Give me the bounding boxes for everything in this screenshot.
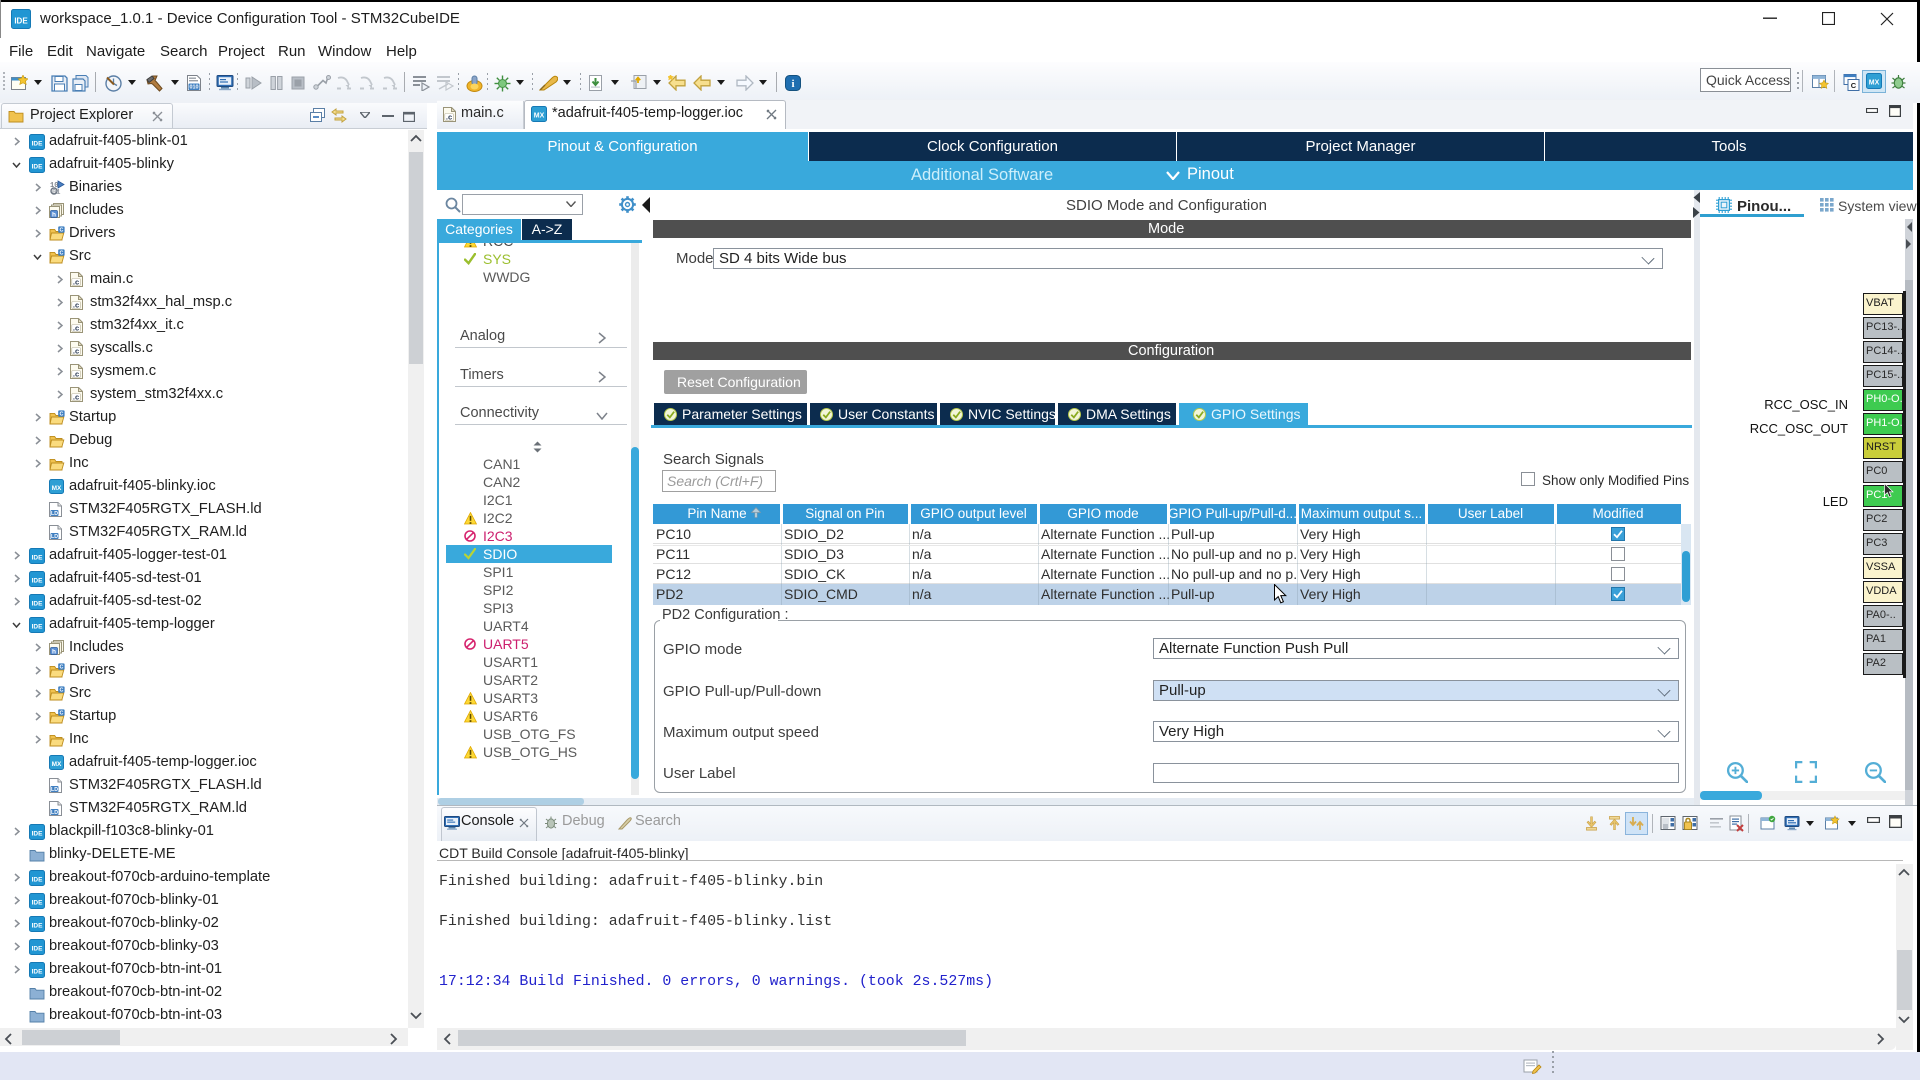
svg-text:IDE: IDE <box>32 555 44 562</box>
svg-text:.c: .c <box>73 300 79 309</box>
svg-text:C: C <box>59 665 63 671</box>
svg-text:MX: MX <box>52 761 62 768</box>
svg-text:.c: .c <box>73 369 79 378</box>
svg-text:i: i <box>791 78 794 90</box>
svg-text:h: h <box>52 648 56 655</box>
svg-text:MX: MX <box>1869 80 1880 87</box>
svg-text:IDE: IDE <box>32 923 44 930</box>
svg-text:.c: .c <box>73 392 79 401</box>
svg-text:IDE: IDE <box>32 900 44 907</box>
svg-text:IDE: IDE <box>32 624 44 631</box>
svg-text:LD: LD <box>51 534 58 540</box>
svg-text:C: C <box>59 251 63 257</box>
svg-text:IDE: IDE <box>32 969 44 976</box>
svg-text:IDE: IDE <box>32 578 44 585</box>
svg-text:LD: LD <box>51 810 58 816</box>
svg-text:C: C <box>1851 81 1857 90</box>
svg-text:C: C <box>59 228 63 234</box>
svg-text:IDE: IDE <box>32 877 44 884</box>
svg-text:IDE: IDE <box>32 141 44 148</box>
svg-text:IDE: IDE <box>32 601 44 608</box>
svg-text:IDE: IDE <box>32 164 44 171</box>
svg-text:.c: .c <box>73 277 79 286</box>
svg-text:IDE: IDE <box>32 946 44 953</box>
svg-text:.c: .c <box>446 112 452 121</box>
svg-text:LD: LD <box>51 511 58 517</box>
svg-text:.c: .c <box>73 323 79 332</box>
svg-text:MX: MX <box>534 113 545 120</box>
svg-text:IDE: IDE <box>14 16 28 25</box>
svg-text:MX: MX <box>52 485 62 492</box>
svg-text:010: 010 <box>190 85 199 91</box>
svg-text:C: C <box>59 412 63 418</box>
svg-text:h: h <box>52 211 56 218</box>
svg-text:.c: .c <box>73 346 79 355</box>
svg-text:LD: LD <box>51 787 58 793</box>
svg-text:IDE: IDE <box>32 831 44 838</box>
svg-text:C: C <box>59 688 63 694</box>
svg-text:C: C <box>59 711 63 717</box>
